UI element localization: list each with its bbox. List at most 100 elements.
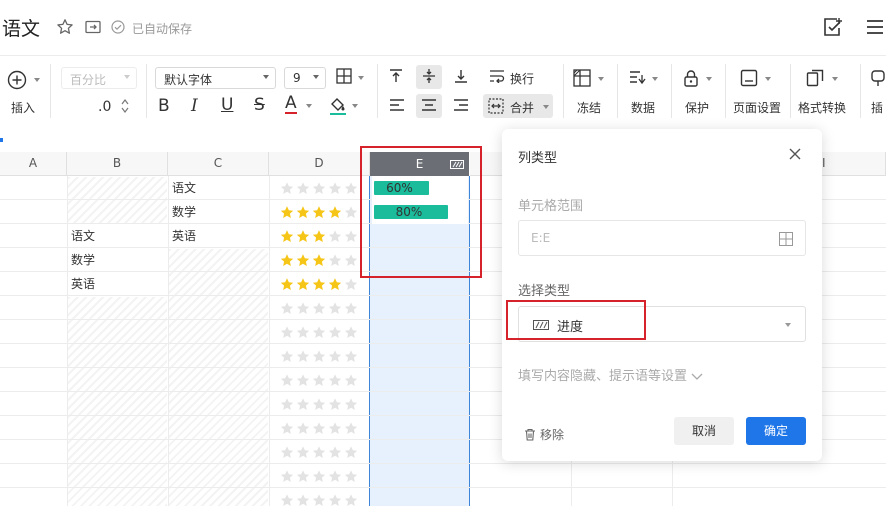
column-header-c[interactable]: C xyxy=(168,152,269,176)
star-icon[interactable] xyxy=(344,253,358,267)
cell-range-input[interactable]: E:E xyxy=(518,220,806,256)
star-icon[interactable] xyxy=(328,445,342,459)
data-button[interactable]: 数据 xyxy=(631,99,655,116)
star-icon[interactable] xyxy=(328,301,342,315)
star-rating[interactable] xyxy=(269,344,358,368)
star-icon[interactable] xyxy=(328,349,342,363)
star-rating[interactable] xyxy=(269,368,358,392)
wrap-text-icon[interactable] xyxy=(489,69,505,83)
star-icon[interactable] xyxy=(280,421,294,435)
star-icon[interactable] xyxy=(280,325,294,339)
cell-b5[interactable]: 英语 xyxy=(67,272,95,296)
cell-c2[interactable]: 数学 xyxy=(168,200,196,224)
italic-icon[interactable]: I xyxy=(191,96,198,116)
star-icon[interactable] xyxy=(296,325,310,339)
star-icon[interactable] xyxy=(328,325,342,339)
star-icon[interactable] xyxy=(328,181,342,195)
star-icon[interactable] xyxy=(344,301,358,315)
star-rating[interactable] xyxy=(269,176,358,200)
star-icon[interactable] xyxy=(312,421,326,435)
decimal-stepper-icon[interactable] xyxy=(121,98,129,114)
star-icon[interactable] xyxy=(312,253,326,267)
star-rating[interactable] xyxy=(269,248,358,272)
star-icon[interactable] xyxy=(328,469,342,483)
underline-icon[interactable]: U xyxy=(221,95,233,115)
star-icon[interactable] xyxy=(344,349,358,363)
star-icon[interactable] xyxy=(328,277,342,291)
fill-color-icon[interactable] xyxy=(329,96,347,116)
align-center-icon[interactable] xyxy=(421,98,437,112)
star-icon[interactable] xyxy=(280,397,294,411)
star-icon[interactable] xyxy=(280,445,294,459)
column-header-a[interactable]: A xyxy=(0,152,67,176)
star-icon[interactable] xyxy=(296,373,310,387)
star-icon[interactable] xyxy=(312,229,326,243)
star-icon[interactable] xyxy=(312,445,326,459)
star-icon[interactable] xyxy=(296,397,310,411)
star-icon[interactable] xyxy=(296,445,310,459)
star-icon[interactable] xyxy=(328,229,342,243)
move-to-folder-icon[interactable] xyxy=(84,18,102,36)
page-setup-icon[interactable] xyxy=(740,69,758,87)
star-icon[interactable] xyxy=(328,373,342,387)
star-icon[interactable] xyxy=(344,181,358,195)
star-icon[interactable] xyxy=(312,397,326,411)
star-icon[interactable] xyxy=(280,373,294,387)
range-picker-icon[interactable] xyxy=(779,232,793,246)
font-color-caret[interactable] xyxy=(306,104,312,108)
fill-color-caret[interactable] xyxy=(352,104,358,108)
bold-icon[interactable]: B xyxy=(158,96,170,116)
remove-button[interactable]: 移除 xyxy=(524,426,564,443)
star-icon[interactable] xyxy=(296,469,310,483)
align-right-icon[interactable] xyxy=(453,98,469,112)
column-header-b[interactable]: B xyxy=(67,152,168,176)
protect-button[interactable]: 保护 xyxy=(685,99,709,116)
cell-b3[interactable]: 语文 xyxy=(67,224,95,248)
wrap-text-button[interactable]: 换行 xyxy=(510,70,534,87)
align-left-icon[interactable] xyxy=(389,98,405,112)
star-rating[interactable] xyxy=(269,464,358,488)
cell-c3[interactable]: 英语 xyxy=(168,224,196,248)
confirm-button[interactable]: 确定 xyxy=(746,417,806,445)
star-icon[interactable] xyxy=(296,205,310,219)
font-size-select[interactable]: 9 xyxy=(284,67,326,89)
insert-chart-icon[interactable] xyxy=(870,69,886,87)
column-header-d[interactable]: D xyxy=(269,152,370,176)
page-setup-button[interactable]: 页面设置 xyxy=(733,99,781,116)
star-icon[interactable] xyxy=(312,301,326,315)
star-rating[interactable] xyxy=(269,296,358,320)
star-icon[interactable] xyxy=(344,205,358,219)
insert-plus-icon[interactable] xyxy=(7,70,27,90)
star-icon[interactable] xyxy=(312,181,326,195)
star-rating[interactable] xyxy=(269,416,358,440)
star-icon[interactable] xyxy=(280,469,294,483)
star-icon[interactable] xyxy=(312,325,326,339)
star-icon[interactable] xyxy=(280,277,294,291)
star-icon[interactable] xyxy=(280,301,294,315)
star-icon[interactable] xyxy=(312,277,326,291)
star-rating[interactable] xyxy=(269,488,358,506)
star-rating[interactable] xyxy=(269,272,358,296)
cell-b4[interactable]: 数学 xyxy=(67,248,95,272)
strikethrough-icon[interactable]: S xyxy=(254,95,265,115)
insert-chart-button[interactable]: 插 xyxy=(871,99,883,116)
menu-icon[interactable] xyxy=(864,16,886,38)
star-icon[interactable] xyxy=(344,397,358,411)
star-rating[interactable] xyxy=(269,440,358,464)
star-icon[interactable] xyxy=(344,325,358,339)
protect-caret[interactable] xyxy=(706,77,712,81)
font-color-icon[interactable]: A xyxy=(285,94,297,114)
star-icon[interactable] xyxy=(296,493,310,506)
star-icon[interactable] xyxy=(280,205,294,219)
data-caret[interactable] xyxy=(652,77,658,81)
star-icon[interactable] xyxy=(56,18,74,36)
star-rating[interactable] xyxy=(269,200,358,224)
star-icon[interactable] xyxy=(328,421,342,435)
star-icon[interactable] xyxy=(344,469,358,483)
star-rating[interactable] xyxy=(269,320,358,344)
star-rating[interactable] xyxy=(269,224,358,248)
star-icon[interactable] xyxy=(280,181,294,195)
edit-document-icon[interactable] xyxy=(821,16,843,38)
decimal-places[interactable]: .0 xyxy=(98,99,111,115)
advanced-settings-toggle[interactable]: 填写内容隐藏、提示语等设置 xyxy=(518,365,703,384)
